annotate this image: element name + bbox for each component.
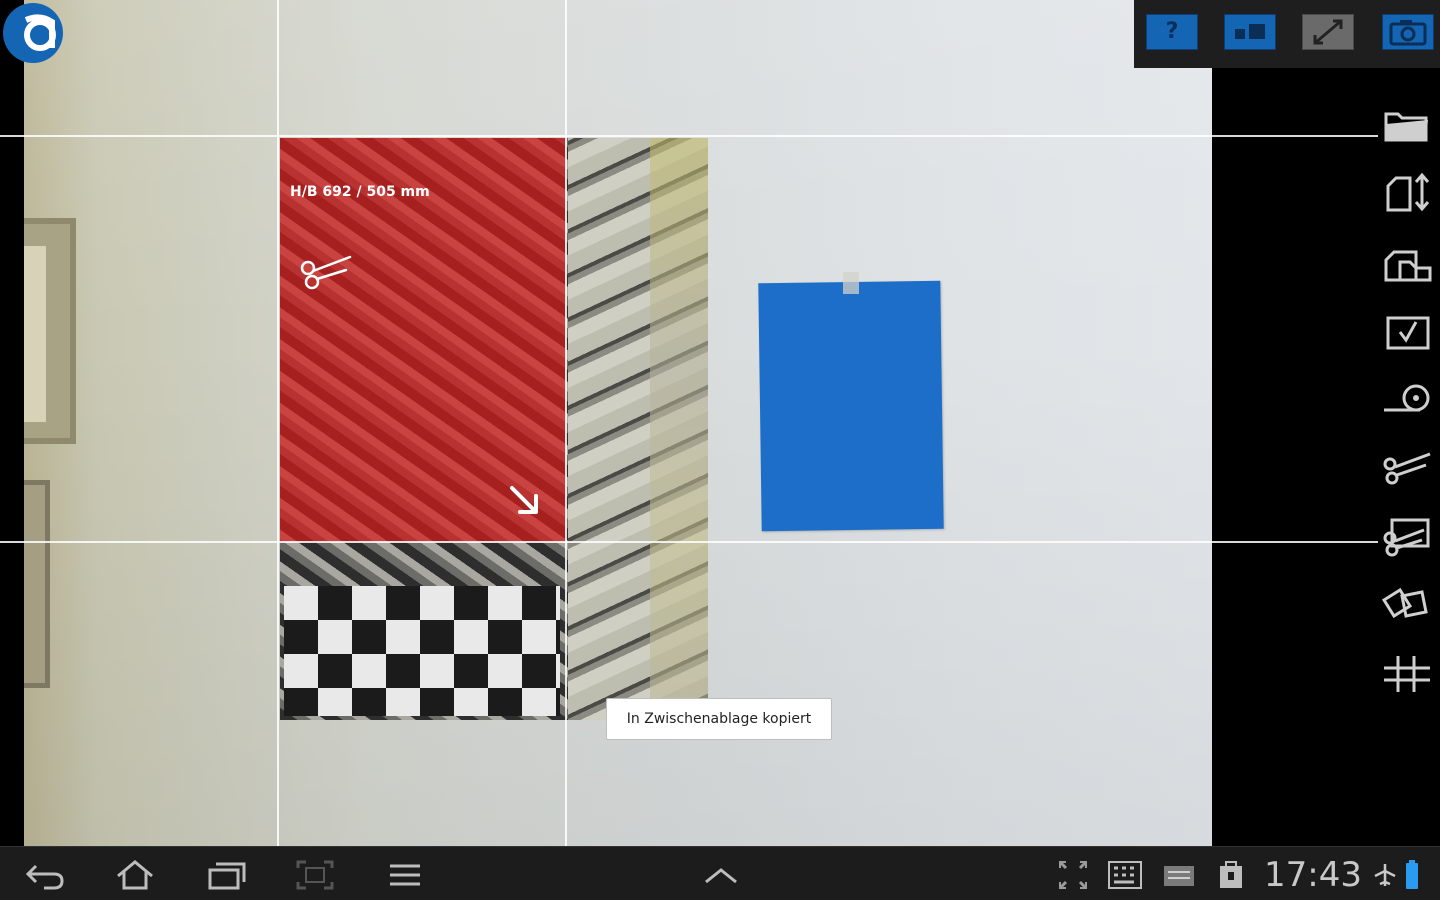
clock: 17:43 xyxy=(1264,855,1362,895)
left-black-strip xyxy=(0,0,24,846)
layout-button[interactable] xyxy=(1224,14,1276,50)
page-orientation-icon[interactable] xyxy=(1380,170,1434,214)
grid-line-vertical xyxy=(277,0,279,846)
help-button[interactable]: ? xyxy=(1146,14,1198,50)
home-icon[interactable] xyxy=(114,858,156,892)
screenshot-icon[interactable] xyxy=(294,858,336,892)
scissors-icon[interactable] xyxy=(296,252,354,294)
painting-gold-strip xyxy=(650,138,708,718)
fullscreen-icon[interactable] xyxy=(1052,858,1094,892)
blue-paper-sheet xyxy=(758,280,944,532)
page-stack-icon[interactable] xyxy=(1380,242,1434,286)
back-icon[interactable] xyxy=(24,858,66,892)
resize-arrow-icon[interactable] xyxy=(506,482,542,518)
checkbox-icon[interactable] xyxy=(1380,310,1434,354)
recent-apps-icon[interactable] xyxy=(206,858,248,892)
layout-icon xyxy=(1235,24,1265,39)
picture-frame-inner xyxy=(24,246,46,422)
cut-edit-icon[interactable] xyxy=(1380,514,1434,558)
menu-icon[interactable] xyxy=(384,858,426,892)
tape-strip xyxy=(843,272,859,294)
keyboard-icon[interactable] xyxy=(1104,858,1146,892)
wall-picture-frame xyxy=(24,218,76,444)
chevron-up-icon[interactable] xyxy=(700,858,742,892)
camera-button[interactable] xyxy=(1382,14,1434,50)
dimension-label: H/B 692 / 505 mm xyxy=(290,184,430,200)
expand-icon xyxy=(1313,19,1343,45)
expand-button[interactable] xyxy=(1302,14,1354,50)
tape-measure-icon[interactable] xyxy=(1380,378,1434,422)
airplane-mode-icon xyxy=(1374,864,1396,886)
folder-icon[interactable] xyxy=(1380,102,1434,146)
camera-icon xyxy=(1389,20,1427,46)
usb-debug-icon[interactable] xyxy=(1158,858,1200,892)
grid-line-vertical xyxy=(565,0,567,846)
rotate-pages-icon[interactable] xyxy=(1380,582,1434,626)
grid-line-horizontal xyxy=(0,135,1378,137)
scissors-tool-icon[interactable] xyxy=(1380,446,1434,490)
grid-icon[interactable] xyxy=(1380,652,1434,696)
painting-checkerboard xyxy=(284,586,560,716)
toast-message: In Zwischenablage kopiert xyxy=(606,698,832,740)
clipboard-icon[interactable] xyxy=(1210,858,1252,892)
help-icon: ? xyxy=(1165,19,1179,44)
grid-line-horizontal xyxy=(0,541,1378,543)
app-logo-icon[interactable] xyxy=(2,2,64,64)
battery-icon xyxy=(1406,860,1418,889)
wall-picture-frame xyxy=(24,480,50,688)
